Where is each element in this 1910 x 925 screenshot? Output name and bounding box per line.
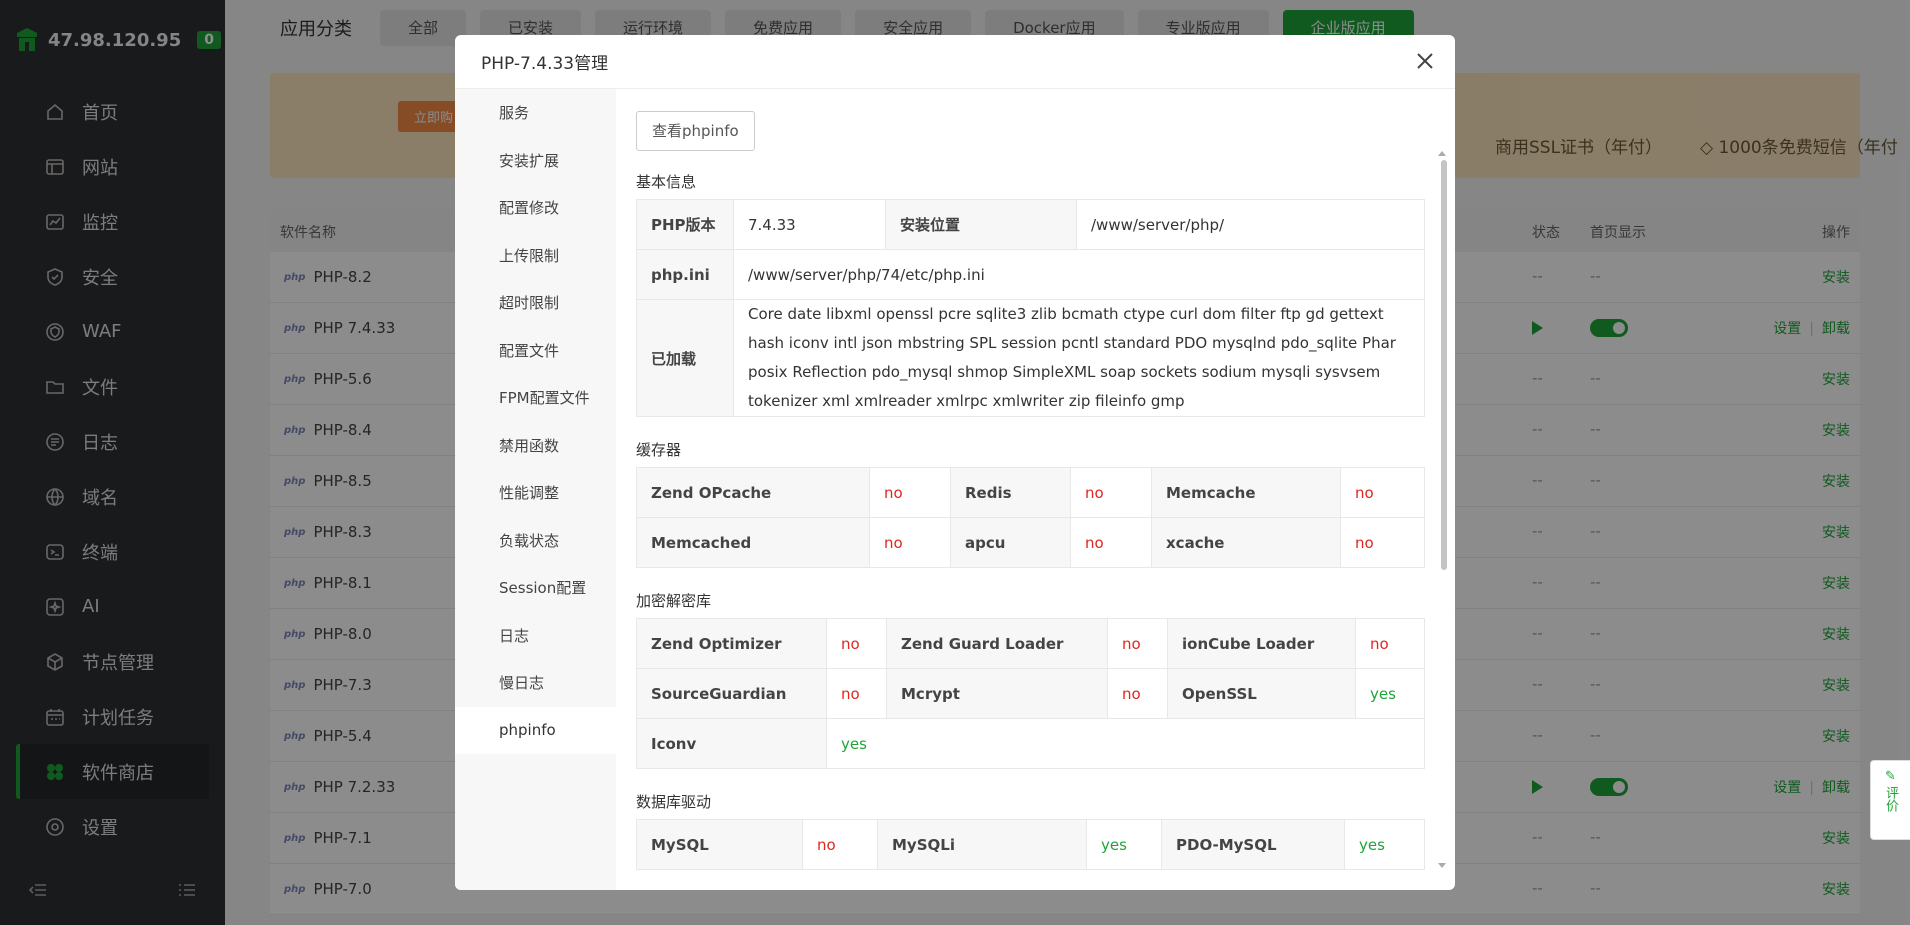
cache-table: Zend OPcache no Redis no Memcache no Memcached… — [636, 467, 1425, 568]
extension-name: Mcrypt — [886, 668, 1108, 719]
extension-name: Zend Guard Loader — [886, 618, 1108, 669]
dialog-nav-item[interactable]: FPM配置文件 — [455, 374, 616, 422]
table-row: MySQL no MySQLi yes PDO-MySQL yes — [636, 819, 1425, 870]
extension-name: Memcache — [1151, 467, 1341, 518]
feedback-label: 评价 — [1883, 786, 1898, 812]
extension-name: apcu — [950, 517, 1071, 568]
dialog-nav-item[interactable]: 禁用函数 — [455, 422, 616, 470]
crypto-table: Zend Optimizer no Zend Guard Loader no ionCu… — [636, 618, 1425, 769]
basic-info-title: 基本信息 — [636, 173, 697, 191]
basic-info-table: PHP版本 7.4.33 安装位置 /www/server/php/ php.i… — [636, 199, 1425, 417]
dialog-nav-item[interactable]: 上传限制 — [455, 232, 616, 280]
phpinfo-panel: 查看phpinfo 基本信息 PHP版本 7.4.33 安装位置 /www/se… — [616, 89, 1455, 890]
loaded-label: 已加载 — [636, 299, 734, 417]
extension-status: yes — [1355, 668, 1425, 719]
extension-status: no — [826, 668, 887, 719]
install-path-label: 安装位置 — [885, 199, 1077, 250]
dialog-nav-item[interactable]: 慢日志 — [455, 659, 616, 707]
table-row: SourceGuardian no Mcrypt no OpenSSL yes — [636, 668, 1425, 719]
ini-label: php.ini — [636, 249, 734, 300]
extension-status: no — [1355, 618, 1425, 669]
crypto-title: 加密解密库 — [636, 592, 712, 610]
extension-name: xcache — [1151, 517, 1341, 568]
php-manage-dialog: PHP-7.4.33管理 服务 安装扩展 配置修改 上传限制 超时限制 配置文件 FPM配置… — [455, 35, 1455, 890]
extension-status: no — [1340, 467, 1425, 518]
dialog-nav-item[interactable]: 服务 — [455, 89, 616, 137]
extension-status: no — [1070, 517, 1152, 568]
extension-name: SourceGuardian — [636, 668, 827, 719]
extension-status: no — [826, 618, 887, 669]
extension-name: ionCube Loader — [1167, 618, 1356, 669]
extension-status: yes — [826, 718, 1425, 769]
table-row: php.ini /www/server/php/74/etc/php.ini — [636, 249, 1425, 300]
close-icon[interactable] — [1415, 51, 1435, 71]
extension-status: no — [869, 467, 951, 518]
edit-icon: ✎ — [1885, 769, 1896, 784]
scroll-up-arrow-icon[interactable] — [1438, 151, 1446, 156]
db-driver-table: MySQL no MySQLi yes PDO-MySQL yes — [636, 819, 1425, 870]
extension-status: no — [1107, 668, 1168, 719]
dialog-nav: 服务 安装扩展 配置修改 上传限制 超时限制 配置文件 FPM配置文件 禁用函数 性能调整 负载状… — [455, 89, 616, 890]
extension-status: no — [1070, 467, 1152, 518]
extension-name: MySQLi — [877, 819, 1087, 870]
dialog-nav-item[interactable]: 配置文件 — [455, 327, 616, 375]
php-version-value: 7.4.33 — [733, 199, 886, 250]
extension-status: yes — [1344, 819, 1425, 870]
extension-name: Redis — [950, 467, 1071, 518]
loaded-extensions-value: Core date libxml openssl pcre sqlite3 zl… — [733, 299, 1425, 417]
dialog-nav-item[interactable]: 性能调整 — [455, 469, 616, 517]
dialog-nav-item[interactable]: phpinfo — [455, 706, 616, 754]
extension-status: no — [802, 819, 878, 870]
dialog-scrollbar[interactable] — [1441, 160, 1447, 570]
dialog-nav-item[interactable]: 超时限制 — [455, 279, 616, 327]
view-phpinfo-button[interactable]: 查看phpinfo — [636, 111, 755, 151]
feedback-button[interactable]: ✎ 评价 — [1870, 760, 1910, 840]
scroll-down-arrow-icon[interactable] — [1438, 863, 1446, 868]
extension-name: PDO-MySQL — [1161, 819, 1345, 870]
dialog-nav-item[interactable]: 负载状态 — [455, 517, 616, 565]
dialog-nav-item[interactable]: 配置修改 — [455, 184, 616, 232]
table-row: Zend OPcache no Redis no Memcache no — [636, 467, 1425, 518]
extension-name: OpenSSL — [1167, 668, 1356, 719]
cache-title: 缓存器 — [636, 441, 682, 459]
extension-name: Zend Optimizer — [636, 618, 827, 669]
extension-name: MySQL — [636, 819, 803, 870]
extension-status: yes — [1086, 819, 1162, 870]
install-path-value: /www/server/php/ — [1076, 199, 1425, 250]
db-driver-title: 数据库驱动 — [636, 793, 712, 811]
extension-name: Zend OPcache — [636, 467, 870, 518]
extension-status: no — [1107, 618, 1168, 669]
extension-name: Iconv — [636, 718, 827, 769]
dialog-nav-item[interactable]: 安装扩展 — [455, 137, 616, 185]
php-version-label: PHP版本 — [636, 199, 734, 250]
ini-path-value: /www/server/php/74/etc/php.ini — [733, 249, 1425, 300]
dialog-nav-item[interactable]: Session配置 — [455, 564, 616, 612]
table-row: Memcached no apcu no xcache no — [636, 517, 1425, 568]
table-row: Iconv yes — [636, 718, 1425, 769]
extension-status: no — [869, 517, 951, 568]
dialog-nav-item[interactable]: 日志 — [455, 612, 616, 660]
table-row: 已加载 Core date libxml openssl pcre sqlite… — [636, 299, 1425, 417]
extension-status: no — [1340, 517, 1425, 568]
table-row: PHP版本 7.4.33 安装位置 /www/server/php/ — [636, 199, 1425, 250]
table-row: Zend Optimizer no Zend Guard Loader no ionCu… — [636, 618, 1425, 669]
extension-name: Memcached — [636, 517, 870, 568]
dialog-title: PHP-7.4.33管理 — [455, 35, 1455, 89]
